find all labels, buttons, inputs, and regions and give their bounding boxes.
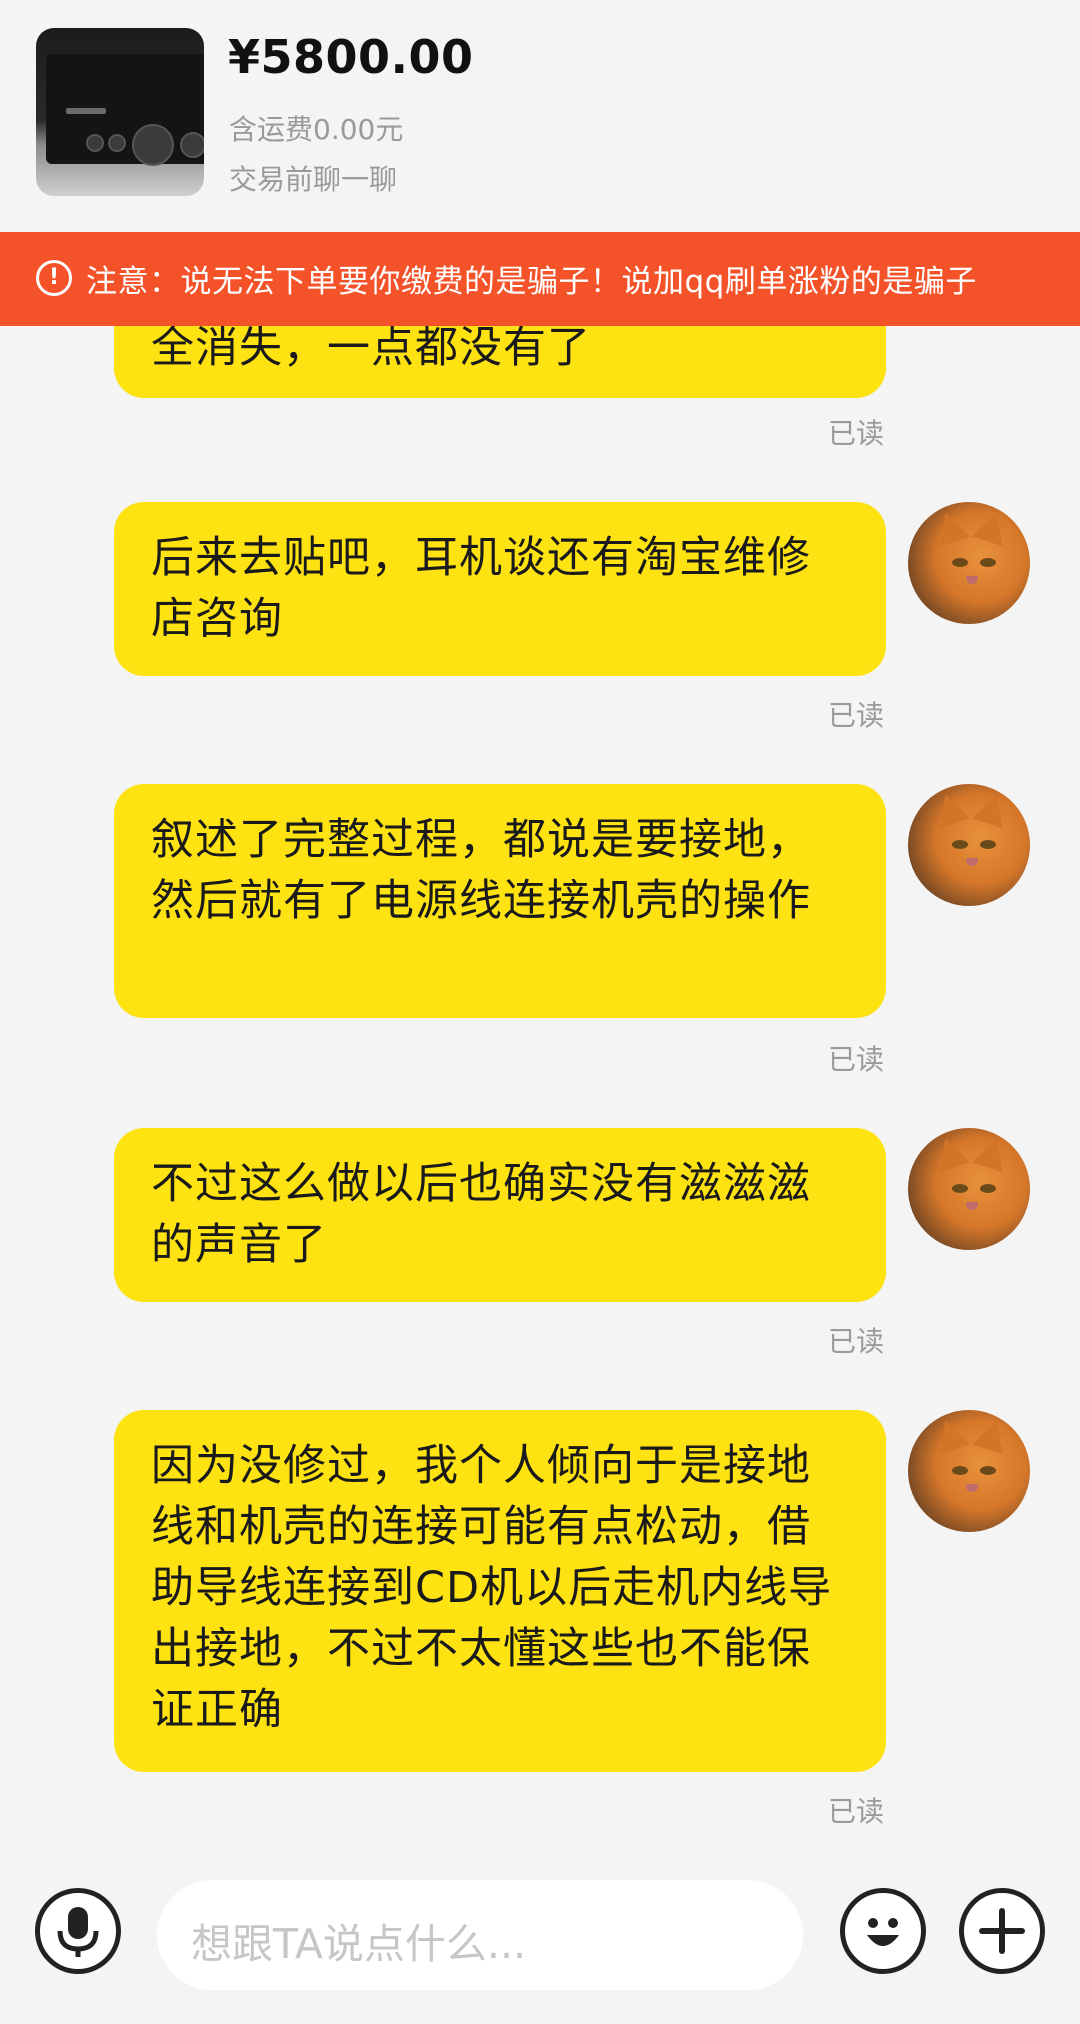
user-avatar[interactable] bbox=[908, 502, 1030, 624]
amplifier-image bbox=[46, 54, 204, 166]
read-status: 已读 bbox=[827, 417, 884, 450]
product-header[interactable]: ¥5800.00 含运费0.00元 交易前聊一聊 bbox=[0, 0, 1080, 232]
message-bubble[interactable]: 因为没修过，我个人倾向于是接地线和机壳的连接可能有点松动，借助导线连接到CD机以… bbox=[114, 1410, 886, 1772]
message-text: 不过这么做以后也确实没有滋滋滋的声音了 bbox=[151, 1159, 811, 1270]
message-bubble[interactable]: 全消失，一点都没有了 bbox=[114, 326, 886, 398]
prechat-hint: 交易前聊一聊 bbox=[229, 163, 398, 196]
user-avatar[interactable] bbox=[908, 1410, 1030, 1532]
read-status: 已读 bbox=[827, 1325, 884, 1358]
message-text: 全消失，一点都没有了 bbox=[151, 326, 591, 373]
read-status: 已读 bbox=[827, 1043, 884, 1076]
warning-text: 注意：说无法下单要你缴费的是骗子！说加qq刷单涨粉的是骗子 bbox=[86, 264, 977, 300]
emoji-button[interactable] bbox=[840, 1888, 926, 1974]
message-list[interactable]: 全消失，一点都没有了 已读 后来去贴吧，耳机谈还有淘宝维修店咨询 已读 叙述了完… bbox=[0, 326, 1080, 1850]
message-bubble[interactable]: 后来去贴吧，耳机谈还有淘宝维修店咨询 bbox=[114, 502, 886, 676]
scam-warning-bar: ! 注意：说无法下单要你缴费的是骗子！说加qq刷单涨粉的是骗子 bbox=[0, 232, 1080, 326]
shipping-fee: 含运费0.00元 bbox=[229, 113, 404, 146]
input-placeholder: 想跟TA说点什么... bbox=[191, 1920, 527, 1968]
voice-button[interactable] bbox=[35, 1888, 121, 1974]
plus-icon bbox=[979, 1908, 1025, 1954]
more-button[interactable] bbox=[959, 1888, 1045, 1974]
message-text: 后来去贴吧，耳机谈还有淘宝维修店咨询 bbox=[151, 533, 811, 644]
message-input[interactable]: 想跟TA说点什么... bbox=[157, 1880, 803, 1990]
message-bubble[interactable]: 不过这么做以后也确实没有滋滋滋的声音了 bbox=[114, 1128, 886, 1302]
input-bar: 想跟TA说点什么... bbox=[0, 1850, 1080, 2024]
chat-page: ¥5800.00 含运费0.00元 交易前聊一聊 ! 注意：说无法下单要你缴费的… bbox=[0, 0, 1080, 2024]
user-avatar[interactable] bbox=[908, 784, 1030, 906]
message-text: 叙述了完整过程，都说是要接地，然后就有了电源线连接机壳的操作 bbox=[151, 815, 811, 926]
read-status: 已读 bbox=[827, 1795, 884, 1828]
product-thumbnail[interactable] bbox=[36, 28, 204, 196]
message-bubble[interactable]: 叙述了完整过程，都说是要接地，然后就有了电源线连接机壳的操作 bbox=[114, 784, 886, 1018]
product-price: ¥5800.00 bbox=[228, 30, 474, 84]
emoji-icon bbox=[867, 1918, 899, 1946]
microphone-icon bbox=[57, 1907, 99, 1957]
message-text: 因为没修过，我个人倾向于是接地线和机壳的连接可能有点松动，借助导线连接到CD机以… bbox=[151, 1441, 833, 1735]
read-status: 已读 bbox=[827, 699, 884, 732]
exclamation-circle-icon: ! bbox=[36, 260, 72, 296]
user-avatar[interactable] bbox=[908, 1128, 1030, 1250]
